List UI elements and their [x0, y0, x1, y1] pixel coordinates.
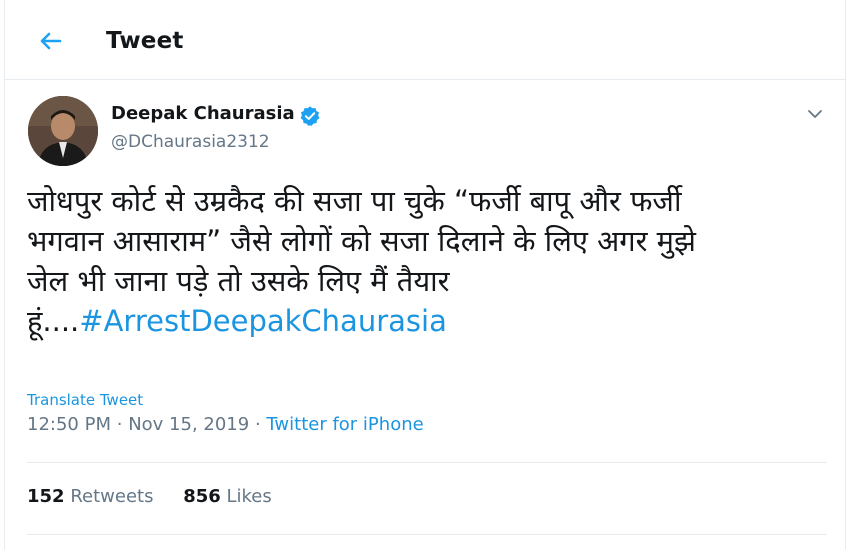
author-name[interactable]: Deepak Chaurasia: [111, 103, 295, 124]
tweet-stats: 152 Retweets 856 Likes: [27, 486, 296, 507]
author-handle[interactable]: @DChaurasia2312: [111, 132, 270, 152]
likes-label: Likes: [226, 486, 272, 507]
meta-separator: ·: [116, 414, 123, 435]
tweet-date: Nov 15, 2019: [128, 414, 250, 435]
divider: [27, 534, 827, 535]
more-options-button[interactable]: [805, 104, 825, 124]
meta-separator: ·: [254, 414, 261, 435]
hashtag-link[interactable]: #ArrestDeepakChaurasia: [79, 304, 447, 338]
tweet-page: Tweet Deepak Chaurasia @DChaurasia2312 ज…: [4, 0, 846, 550]
page-header: Tweet: [5, 0, 845, 80]
retweets-stat[interactable]: 152 Retweets: [27, 486, 153, 507]
back-arrow-icon: [40, 32, 62, 50]
likes-count: 856: [183, 486, 221, 507]
retweets-label: Retweets: [70, 486, 154, 507]
tweet-text: जोधपुर कोर्ट से उम्रकैद की सजा पा चुके “…: [27, 181, 827, 341]
tweet-metadata: 12:50 PM · Nov 15, 2019 · Twitter for iP…: [27, 414, 424, 435]
tweet-text-prefix: हूं....: [27, 304, 80, 338]
divider: [27, 462, 827, 463]
tweet-text-line: जोधपुर कोर्ट से उम्रकैद की सजा पा चुके “…: [27, 184, 682, 218]
tweet-text-line: हूं....#ArrestDeepakChaurasia: [27, 301, 827, 341]
tweet-source-link[interactable]: Twitter for iPhone: [266, 414, 423, 435]
likes-stat[interactable]: 856 Likes: [183, 486, 272, 507]
verified-badge-icon: [299, 105, 321, 127]
avatar-image: [28, 96, 98, 166]
tweet-text-line: भगवान आसाराम” जैसे लोगों को सजा दिलाने क…: [27, 224, 696, 258]
tweet-time: 12:50 PM: [27, 414, 111, 435]
retweets-count: 152: [27, 486, 65, 507]
back-button[interactable]: [33, 24, 67, 58]
avatar[interactable]: [28, 96, 98, 166]
chevron-down-icon: [808, 110, 822, 118]
tweet-text-line: जेल भी जाना पड़े तो उसके लिए मैं तैयार: [27, 264, 450, 298]
page-title: Tweet: [106, 28, 184, 54]
translate-tweet-link[interactable]: Translate Tweet: [27, 391, 143, 409]
